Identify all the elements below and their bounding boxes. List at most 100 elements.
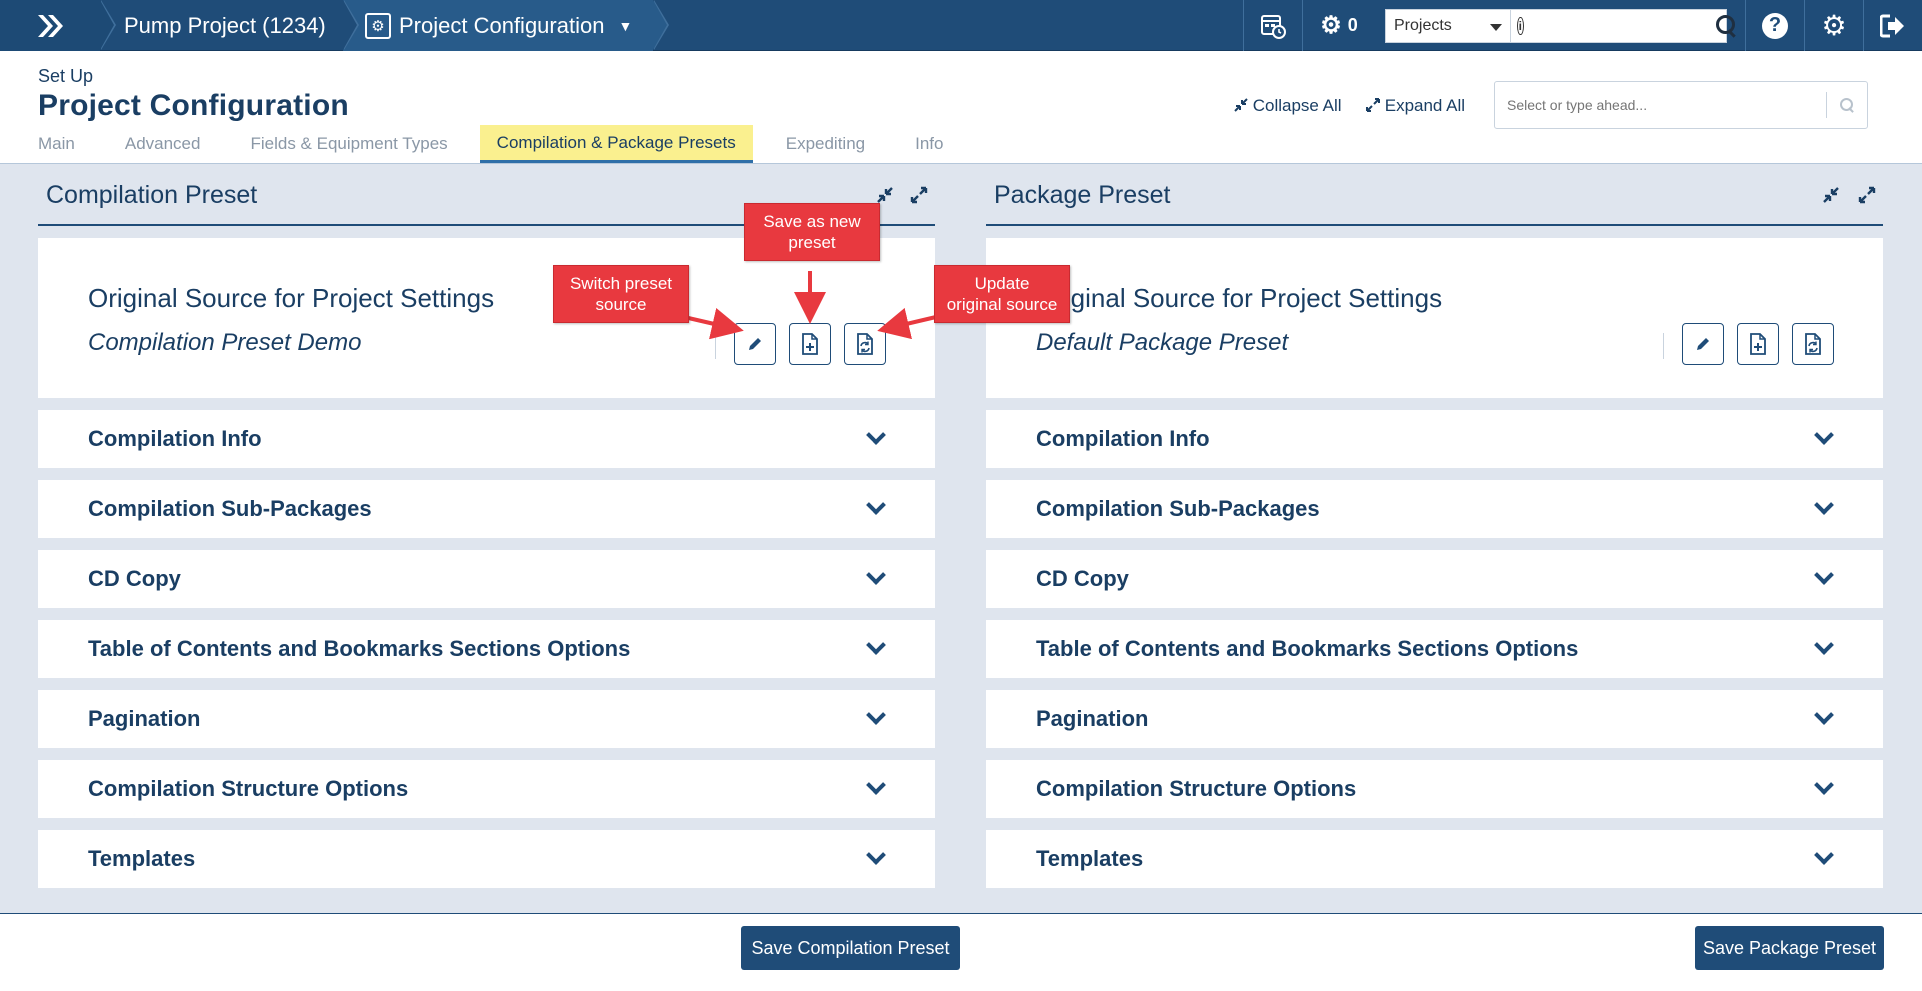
footer-actions: Save Compilation Preset Save Package Pre… xyxy=(0,913,1922,991)
search-icon[interactable] xyxy=(1713,13,1736,39)
global-search: i xyxy=(1511,8,1736,43)
accordion-label: Table of Contents and Bookmarks Sections… xyxy=(88,636,631,661)
expand-icon xyxy=(1366,98,1380,112)
chevron-down-icon xyxy=(1814,425,1834,445)
chevron-down-icon xyxy=(1814,495,1834,515)
chevron-down-icon xyxy=(866,635,886,655)
schedule-button[interactable] xyxy=(1244,0,1302,51)
chevron-down-icon xyxy=(866,845,886,865)
tab-info[interactable]: Info xyxy=(915,125,943,163)
accordion-compilation-sub-packages[interactable]: Compilation Sub-Packages xyxy=(38,480,935,538)
collapse-panel-icon[interactable] xyxy=(1822,186,1840,204)
tab-advanced[interactable]: Advanced xyxy=(125,125,201,163)
help-button[interactable]: ? xyxy=(1746,0,1804,51)
package-preset-panel: Package Preset Original Source for Proje… xyxy=(986,164,1883,888)
collapse-all-link[interactable]: Collapse All xyxy=(1234,96,1342,116)
compilation-preset-panel: Compilation Preset Original Source for P… xyxy=(38,164,935,888)
accordion-label: Compilation Sub-Packages xyxy=(1036,496,1320,521)
global-search-input[interactable] xyxy=(1527,10,1709,41)
chevron-down-icon xyxy=(1814,635,1834,655)
search-icon[interactable] xyxy=(1827,90,1867,120)
accordion-templates[interactable]: Templates xyxy=(38,830,935,888)
accordion-label: Compilation Structure Options xyxy=(88,776,409,801)
breadcrumb-project-label: Pump Project (1234) xyxy=(124,12,326,38)
sign-out-icon xyxy=(1880,14,1904,37)
save-as-new-preset-button[interactable] xyxy=(1737,323,1779,365)
double-chevron-icon xyxy=(38,14,63,37)
accordion-label: Templates xyxy=(1036,846,1144,871)
breadcrumb-project-configuration[interactable]: ⚙ Project Configuration ▼ xyxy=(343,0,669,51)
expand-panel-icon[interactable] xyxy=(910,186,928,204)
accordion-toc-bookmarks[interactable]: Table of Contents and Bookmarks Sections… xyxy=(38,620,935,678)
switch-preset-source-button[interactable] xyxy=(734,323,776,365)
settings-search-input[interactable] xyxy=(1495,97,1826,113)
accordion-label: Compilation Info xyxy=(88,426,262,451)
accordion-label: Table of Contents and Bookmarks Sections… xyxy=(1036,636,1579,661)
accordion-label: Compilation Sub-Packages xyxy=(88,496,372,521)
chevron-down-icon xyxy=(1814,705,1834,725)
gears-icon: ⚙ xyxy=(1320,12,1342,39)
package-source-card: Original Source for Project Settings Def… xyxy=(986,238,1883,398)
info-icon[interactable]: i xyxy=(1517,16,1524,35)
file-sync-icon xyxy=(857,333,873,355)
chevron-down-icon xyxy=(1814,565,1834,585)
callout-update-original-source: Update original source xyxy=(934,265,1070,323)
scope-select-value: Projects xyxy=(1394,16,1452,34)
update-original-source-button[interactable] xyxy=(844,323,886,365)
home-logo-button[interactable] xyxy=(0,0,116,51)
calendar-clock-icon xyxy=(1261,14,1286,39)
presets-main: Compilation Preset Original Source for P… xyxy=(0,163,1922,913)
accordion-compilation-structure[interactable]: Compilation Structure Options xyxy=(986,760,1883,818)
tab-expediting[interactable]: Expediting xyxy=(786,125,865,163)
save-package-preset-button[interactable]: Save Package Preset xyxy=(1695,926,1884,970)
package-preset-title: Package Preset xyxy=(994,181,1171,209)
configuration-icon: ⚙ xyxy=(365,12,391,39)
gear-icon: ⚙ xyxy=(1821,10,1847,41)
expand-panel-icon[interactable] xyxy=(1858,186,1876,204)
callout-switch-preset-source: Switch preset source xyxy=(553,265,689,323)
accordion-templates[interactable]: Templates xyxy=(986,830,1883,888)
topbar-actions: ⚙ 0 Projects i ? ⚙ xyxy=(1243,0,1922,51)
expand-all-link[interactable]: Expand All xyxy=(1366,96,1465,116)
accordion-compilation-info[interactable]: Compilation Info xyxy=(38,410,935,468)
accordion-cd-copy[interactable]: CD Copy xyxy=(38,550,935,608)
save-as-new-preset-button[interactable] xyxy=(789,323,831,365)
jobs-count: 0 xyxy=(1347,15,1358,35)
tab-compilation-package-presets[interactable]: Compilation & Package Presets xyxy=(479,125,753,163)
accordion-pagination[interactable]: Pagination xyxy=(38,690,935,748)
tab-fields-equipment-types[interactable]: Fields & Equipment Types xyxy=(250,125,447,163)
scope-select[interactable]: Projects xyxy=(1385,8,1511,43)
question-icon: ? xyxy=(1762,12,1788,39)
background-jobs-button[interactable]: ⚙ 0 xyxy=(1303,0,1375,51)
pencil-icon xyxy=(1697,338,1709,350)
accordion-toc-bookmarks[interactable]: Table of Contents and Bookmarks Sections… xyxy=(986,620,1883,678)
accordion-compilation-info[interactable]: Compilation Info xyxy=(986,410,1883,468)
accordion-compilation-sub-packages[interactable]: Compilation Sub-Packages xyxy=(986,480,1883,538)
save-compilation-preset-button[interactable]: Save Compilation Preset xyxy=(741,926,960,970)
chevron-down-icon xyxy=(1814,845,1834,865)
accordion-cd-copy[interactable]: CD Copy xyxy=(986,550,1883,608)
section-label: Set Up xyxy=(38,66,94,86)
accordion-compilation-structure[interactable]: Compilation Structure Options xyxy=(38,760,935,818)
breadcrumb: Pump Project (1234) ⚙ Project Configurat… xyxy=(0,0,669,51)
callout-save-as-new-preset: Save as new preset xyxy=(744,203,880,261)
accordion-label: Templates xyxy=(88,846,196,871)
tab-main[interactable]: Main xyxy=(38,125,75,163)
logout-button[interactable] xyxy=(1864,0,1922,51)
accordion-label: Pagination xyxy=(1036,706,1149,731)
breadcrumb-project[interactable]: Pump Project (1234) xyxy=(100,0,359,51)
accordion-pagination[interactable]: Pagination xyxy=(986,690,1883,748)
collapse-panel-icon[interactable] xyxy=(876,186,894,204)
file-sync-icon xyxy=(1805,333,1821,355)
page-header: Set Up Project Configuration Collapse Al… xyxy=(0,51,1922,163)
accordion-label: CD Copy xyxy=(88,566,181,591)
chevron-down-icon xyxy=(866,495,886,515)
settings-search xyxy=(1494,81,1868,129)
pencil-icon xyxy=(749,338,761,350)
source-preset-name: Default Package Preset xyxy=(1036,329,1289,356)
config-tabs: Main Advanced Fields & Equipment Types C… xyxy=(38,125,993,163)
settings-button[interactable]: ⚙ xyxy=(1805,0,1863,51)
update-original-source-button[interactable] xyxy=(1792,323,1834,365)
chevron-down-icon xyxy=(866,705,886,725)
switch-preset-source-button[interactable] xyxy=(1682,323,1724,365)
